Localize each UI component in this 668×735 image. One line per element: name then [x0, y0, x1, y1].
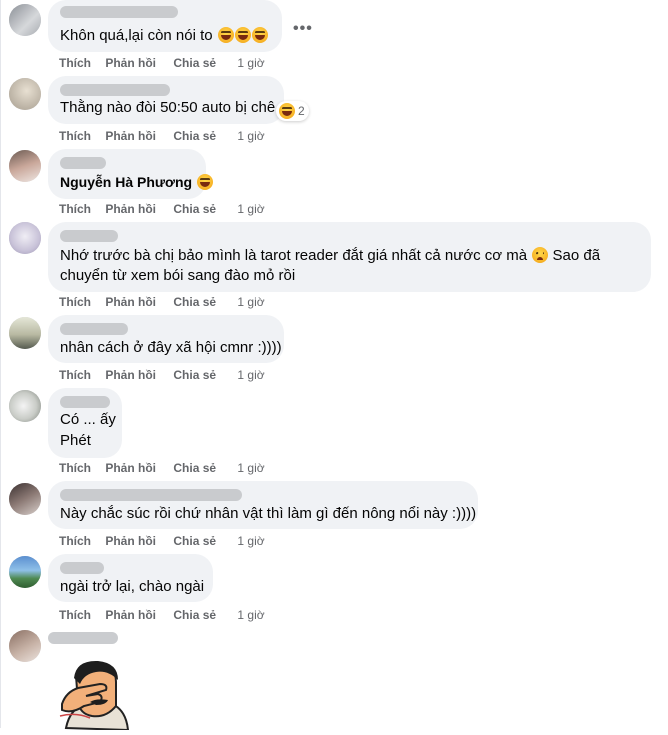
- avatar[interactable]: [9, 483, 41, 515]
- like-button[interactable]: Thích: [59, 534, 91, 548]
- haha-reaction-icon: [279, 103, 295, 119]
- comment-text-line2: chuyển từ xem bói sang đào mỏ rồi: [60, 267, 296, 284]
- comment-bubble: Có ... ấy Phét: [48, 388, 122, 458]
- avatar[interactable]: [9, 556, 41, 588]
- laughing-emoji-icon: [217, 27, 234, 43]
- left-divider: [0, 0, 1, 728]
- grinning-emoji-icon: [197, 174, 214, 190]
- like-button[interactable]: Thích: [59, 129, 91, 143]
- like-button[interactable]: Thích: [59, 461, 91, 475]
- comment-text: Này chắc súc rồi chứ nhân vật thì làm gì…: [60, 505, 477, 522]
- comment-actions: Thích Phản hồi Chia sẻ 1 giờ: [59, 608, 265, 622]
- share-button[interactable]: Chia sẻ: [173, 368, 216, 382]
- timestamp[interactable]: 1 giờ: [237, 461, 264, 475]
- tagged-user-name[interactable]: Nguyễn Hà Phương: [60, 174, 192, 190]
- reaction-badge[interactable]: 2: [276, 101, 309, 121]
- laughing-emoji-icon: [234, 27, 251, 43]
- avatar[interactable]: [9, 317, 41, 349]
- comment-bubble: Nguyễn Hà Phương: [48, 149, 214, 199]
- share-button[interactable]: Chia sẻ: [173, 295, 216, 309]
- commenter-name-redacted[interactable]: [60, 396, 110, 408]
- reaction-count: 2: [298, 104, 305, 118]
- reply-button[interactable]: Phản hồi: [105, 202, 156, 216]
- share-button[interactable]: Chia sẻ: [173, 534, 216, 548]
- more-options-icon[interactable]: •••: [293, 20, 313, 38]
- comment-text: Khôn quá,lại còn nói to: [60, 27, 213, 44]
- commenter-name-redacted[interactable]: [48, 632, 118, 644]
- timestamp[interactable]: 1 giờ: [237, 202, 264, 216]
- timestamp[interactable]: 1 giờ: [237, 608, 264, 622]
- commenter-name-redacted[interactable]: [60, 6, 178, 18]
- facepalm-sticker[interactable]: [56, 658, 132, 732]
- commenter-name-redacted[interactable]: [60, 84, 170, 96]
- timestamp[interactable]: 1 giờ: [237, 56, 264, 70]
- like-button[interactable]: Thích: [59, 368, 91, 382]
- timestamp[interactable]: 1 giờ: [237, 368, 264, 382]
- comment-bubble: ngài trở lại, chào ngài: [48, 554, 213, 602]
- commenter-name-redacted[interactable]: [60, 157, 106, 169]
- avatar[interactable]: [9, 390, 41, 422]
- share-button[interactable]: Chia sẻ: [173, 202, 216, 216]
- commenter-name-redacted[interactable]: [60, 562, 104, 574]
- comment-bubble: nhân cách ở đây xã hội cmnr :)))): [48, 315, 284, 363]
- comment-text: ngài trở lại, chào ngài: [60, 578, 205, 595]
- like-button[interactable]: Thích: [59, 608, 91, 622]
- avatar[interactable]: [9, 4, 41, 36]
- commenter-name-redacted[interactable]: [60, 489, 242, 501]
- comment-bubble: Khôn quá,lại còn nói to: [48, 0, 282, 52]
- avatar[interactable]: [9, 150, 41, 182]
- share-button[interactable]: Chia sẻ: [173, 129, 216, 143]
- sad-emoji-icon: [532, 247, 549, 263]
- timestamp[interactable]: 1 giờ: [237, 129, 264, 143]
- like-button[interactable]: Thích: [59, 202, 91, 216]
- share-button[interactable]: Chia sẻ: [173, 608, 216, 622]
- commenter-name-redacted[interactable]: [60, 230, 118, 242]
- comment-text: nhân cách ở đây xã hội cmnr :)))): [60, 339, 282, 356]
- like-button[interactable]: Thích: [59, 56, 91, 70]
- comment-text: Thằng nào đòi 50:50 auto bị chê: [60, 99, 276, 116]
- comment-bubble: Nhớ trước bà chị bảo mình là tarot reade…: [48, 222, 651, 292]
- reply-button[interactable]: Phản hồi: [105, 368, 156, 382]
- avatar[interactable]: [9, 222, 41, 254]
- facepalm-sticker-image: [59, 660, 130, 732]
- comment-bubble: Thằng nào đòi 50:50 auto bị chê: [48, 76, 284, 124]
- comment-text-line1: Có ... ấy: [60, 411, 116, 428]
- comment-text-line2: Phét: [60, 432, 91, 449]
- reply-button[interactable]: Phản hồi: [105, 295, 156, 309]
- avatar[interactable]: [9, 630, 41, 662]
- comment-actions: Thích Phản hồi Chia sẻ 1 giờ: [59, 368, 265, 382]
- share-button[interactable]: Chia sẻ: [173, 461, 216, 475]
- avatar[interactable]: [9, 78, 41, 110]
- comment-actions: Thích Phản hồi Chia sẻ 1 giờ: [59, 295, 265, 309]
- comment-actions: Thích Phản hồi Chia sẻ 1 giờ: [59, 534, 265, 548]
- comment-bubble: Này chắc súc rồi chứ nhân vật thì làm gì…: [48, 481, 478, 529]
- like-button[interactable]: Thích: [59, 295, 91, 309]
- reply-button[interactable]: Phản hồi: [105, 608, 156, 622]
- reply-button[interactable]: Phản hồi: [105, 129, 156, 143]
- comment-actions: Thích Phản hồi Chia sẻ 1 giờ: [59, 56, 265, 70]
- reply-button[interactable]: Phản hồi: [105, 56, 156, 70]
- comment-text-line1: Nhớ trước bà chị bảo mình là tarot reade…: [60, 247, 528, 264]
- commenter-name-redacted[interactable]: [60, 323, 128, 335]
- reply-button[interactable]: Phản hồi: [105, 534, 156, 548]
- comment-actions: Thích Phản hồi Chia sẻ 1 giờ: [59, 461, 265, 475]
- reply-button[interactable]: Phản hồi: [105, 461, 156, 475]
- timestamp[interactable]: 1 giờ: [237, 295, 264, 309]
- comment-text-line1-end: Sao đã: [552, 247, 601, 264]
- comment-actions: Thích Phản hồi Chia sẻ 1 giờ: [59, 129, 265, 143]
- laughing-emoji-icon: [251, 27, 268, 43]
- comment-actions: Thích Phản hồi Chia sẻ 1 giờ: [59, 202, 265, 216]
- share-button[interactable]: Chia sẻ: [173, 56, 216, 70]
- timestamp[interactable]: 1 giờ: [237, 534, 264, 548]
